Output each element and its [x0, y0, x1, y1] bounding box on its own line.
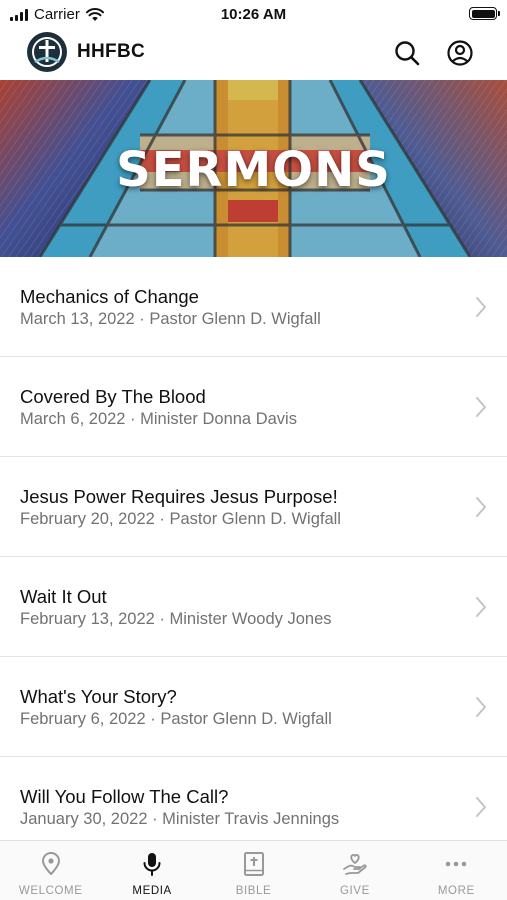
- sermon-item[interactable]: Covered By The Blood March 6, 2022 · Min…: [0, 357, 507, 457]
- banner-title: SERMONS: [116, 142, 391, 198]
- status-bar: Carrier 10:26 AM: [0, 0, 507, 30]
- battery-icon: [469, 7, 500, 20]
- sermon-meta: March 6, 2022 · Minister Donna Davis: [20, 410, 297, 428]
- tab-bar: WELCOME MEDIA BIBLE GIVE MORE: [0, 840, 507, 900]
- sermons-banner: SERMONS: [0, 80, 507, 257]
- tab-label: BIBLE: [235, 885, 272, 897]
- sermon-meta: January 30, 2022 · Minister Travis Jenni…: [20, 810, 340, 828]
- tab-more[interactable]: MORE: [406, 841, 507, 900]
- account-icon[interactable]: [446, 39, 474, 67]
- more-dots-icon: [446, 861, 467, 867]
- tab-label: WELCOME: [18, 885, 83, 897]
- tab-label: MEDIA: [132, 885, 172, 897]
- tab-label: MORE: [437, 885, 475, 897]
- status-time: 10:26 AM: [220, 6, 287, 23]
- church-logo-icon[interactable]: [27, 32, 67, 72]
- sermon-title: Jesus Power Requires Jesus Purpose!: [20, 486, 338, 507]
- sermon-meta: February 6, 2022 · Pastor Glenn D. Wigfa…: [20, 710, 332, 728]
- chevron-right-icon: [476, 697, 486, 717]
- chevron-right-icon: [476, 797, 486, 817]
- sermon-meta: March 13, 2022 · Pastor Glenn D. Wigfall: [20, 310, 321, 328]
- tab-bible[interactable]: BIBLE: [203, 841, 304, 900]
- sermon-meta: February 20, 2022 · Pastor Glenn D. Wigf…: [20, 510, 341, 528]
- app-title: HHFBC: [77, 41, 145, 62]
- sermon-list: Mechanics of Change March 13, 2022 · Pas…: [0, 257, 507, 857]
- tab-label: GIVE: [339, 885, 370, 897]
- tab-welcome[interactable]: WELCOME: [0, 841, 101, 900]
- hand-heart-icon: [343, 854, 367, 875]
- location-pin-icon: [41, 852, 60, 875]
- microphone-icon: [143, 853, 161, 876]
- sermon-item[interactable]: Jesus Power Requires Jesus Purpose! Febr…: [0, 457, 507, 557]
- sermon-item[interactable]: What's Your Story? February 6, 2022 · Pa…: [0, 657, 507, 757]
- chevron-right-icon: [476, 497, 486, 517]
- sermon-title: What's Your Story?: [20, 686, 177, 707]
- app-header: HHFBC: [0, 30, 507, 80]
- tab-give[interactable]: GIVE: [304, 841, 405, 900]
- bible-icon: [243, 852, 264, 876]
- chevron-right-icon: [476, 597, 486, 617]
- sermon-item[interactable]: Wait It Out February 13, 2022 · Minister…: [0, 557, 507, 657]
- sermon-item[interactable]: Mechanics of Change March 13, 2022 · Pas…: [0, 257, 507, 357]
- sermon-meta: February 13, 2022 · Minister Woody Jones: [20, 610, 332, 628]
- chevron-right-icon: [476, 297, 486, 317]
- search-icon[interactable]: [393, 39, 421, 67]
- sermon-title: Will You Follow The Call?: [20, 786, 229, 807]
- chevron-right-icon: [476, 397, 486, 417]
- sermon-title: Wait It Out: [20, 586, 107, 607]
- sermon-title: Mechanics of Change: [20, 286, 199, 307]
- sermon-title: Covered By The Blood: [20, 386, 206, 407]
- tab-media[interactable]: MEDIA: [101, 841, 202, 900]
